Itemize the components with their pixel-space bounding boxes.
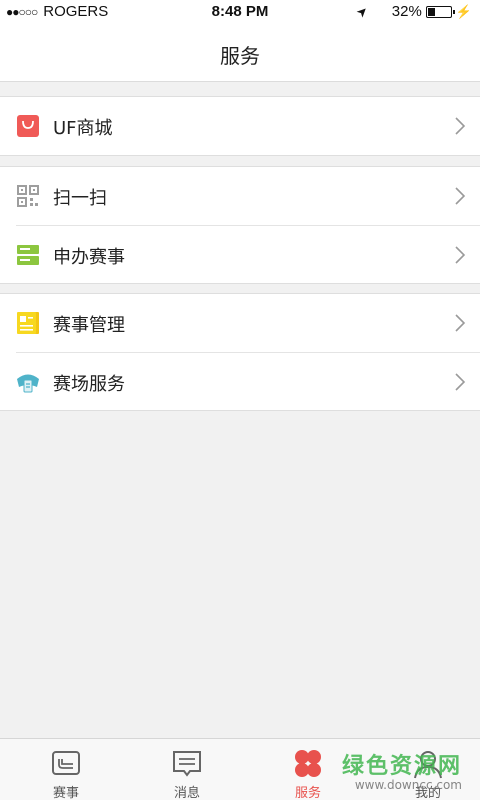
tab-label: 赛事 — [52, 786, 79, 800]
chevron-right-icon — [455, 187, 466, 205]
tab-messages[interactable]: 消息 — [127, 739, 247, 800]
battery-percent: 32% — [391, 3, 422, 20]
menu-item-label: UF商城 — [53, 118, 113, 139]
nav-bar: 服务 — [0, 24, 480, 82]
server-icon — [17, 245, 39, 265]
menu-item-event-management[interactable]: 赛事管理 — [0, 294, 480, 352]
battery-icon — [425, 5, 455, 18]
match-icon — [52, 751, 80, 775]
menu-item-venue-service[interactable]: 赛场服务 — [16, 352, 480, 410]
menu-item-label: 赛事管理 — [53, 315, 125, 336]
menu-item-scan[interactable]: 扫一扫 — [0, 167, 480, 225]
battery-fill — [427, 7, 435, 16]
watermark: 绿色资源网 www.downcc.com — [342, 748, 462, 792]
charging-bolt-icon: ⚡ — [455, 3, 472, 19]
menu-item-label: 扫一扫 — [53, 188, 107, 209]
menu-item-label: 申办赛事 — [53, 247, 125, 268]
clipboard-icon — [17, 312, 39, 334]
page-title: 服务 — [220, 44, 260, 68]
stadium-service-icon — [17, 374, 39, 393]
message-icon — [173, 751, 201, 777]
watermark-main: 绿色资源网 — [341, 754, 462, 779]
menu-item-label: 赛场服务 — [53, 374, 125, 395]
chevron-right-icon — [455, 117, 466, 135]
chevron-right-icon — [455, 373, 466, 391]
menu-item-uf-mall[interactable]: UF商城 — [0, 97, 480, 155]
chevron-right-icon — [455, 314, 466, 332]
status-bar: ●●○○○ ROGERS 8:48 PM ➤ 32% ⚡ — [0, 0, 480, 24]
tab-matches[interactable]: 赛事 — [6, 739, 126, 800]
chevron-right-icon — [455, 246, 466, 264]
menu-group-manage: 赛事管理 赛场服务 — [0, 293, 480, 411]
menu-item-apply-event[interactable]: 申办赛事 — [16, 225, 480, 283]
menu-group-shop: UF商城 — [0, 96, 480, 156]
menu-group-tools: 扫一扫 申办赛事 — [0, 166, 480, 284]
watermark-sub: www.downcc.com — [354, 778, 462, 792]
status-right: ➤ 32% ⚡ — [353, 2, 472, 20]
qr-code-icon — [17, 185, 39, 207]
clover-icon — [295, 750, 321, 777]
shopping-bag-icon — [17, 115, 39, 137]
tab-label: 消息 — [173, 786, 200, 800]
